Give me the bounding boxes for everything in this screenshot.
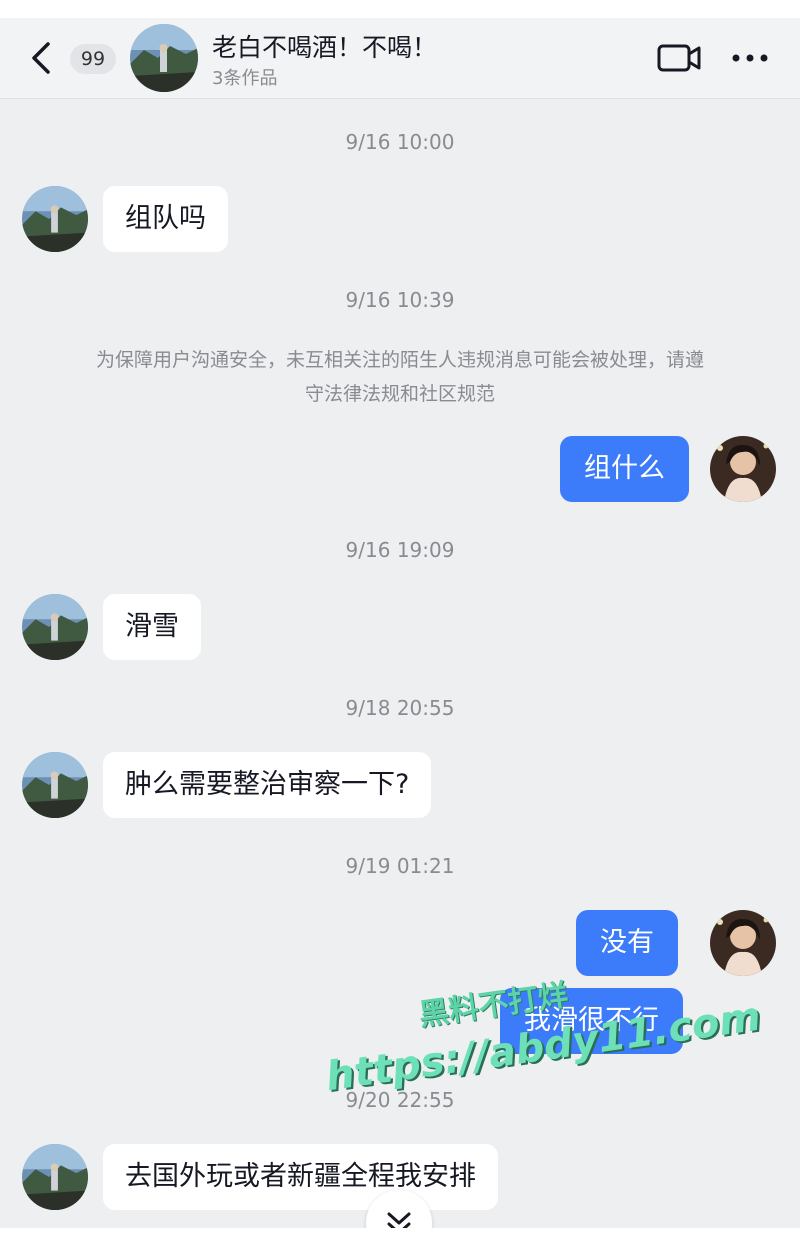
- timestamp: 9/16 10:00: [345, 130, 455, 154]
- timestamp: 9/16 10:39: [345, 288, 455, 312]
- outgoing-message[interactable]: 没有: [576, 910, 678, 976]
- incoming-message[interactable]: 肿么需要整治审察一下?: [103, 752, 432, 818]
- video-call-icon[interactable]: [656, 42, 702, 74]
- contact-name: 老白不喝酒！不喝！: [212, 33, 438, 62]
- unread-badge: 99: [70, 44, 116, 74]
- contact-avatar[interactable]: [22, 752, 88, 818]
- chevron-left-icon[interactable]: [28, 40, 58, 76]
- timestamp: 9/18 20:55: [345, 696, 455, 720]
- outgoing-message[interactable]: 组什么: [560, 436, 689, 502]
- incoming-message[interactable]: 组队吗: [103, 186, 228, 252]
- chat-header: 99 老白不喝酒！不喝！ 3条作品: [0, 18, 800, 99]
- timestamp: 9/16 19:09: [345, 538, 455, 562]
- works-count[interactable]: 3条作品: [212, 64, 277, 90]
- double-chevron-down-icon: [387, 1212, 411, 1228]
- contact-avatar[interactable]: [22, 186, 88, 252]
- contact-avatar[interactable]: [130, 24, 198, 92]
- chat-screen: 99 老白不喝酒！不喝！ 3条作品 9/16 10:00 组队吗 9/16 10…: [0, 18, 800, 1228]
- timestamp: 9/19 01:21: [345, 854, 455, 878]
- user-avatar[interactable]: [710, 436, 776, 502]
- more-icon[interactable]: [730, 52, 770, 64]
- safety-notice: 为保障用户沟通安全，未互相关注的陌生人违规消息可能会被处理，请遵守法律法规和社区…: [95, 349, 704, 405]
- contact-avatar[interactable]: [22, 1144, 88, 1210]
- timestamp: 9/20 22:55: [345, 1088, 455, 1112]
- incoming-message[interactable]: 滑雪: [103, 594, 201, 660]
- scroll-to-bottom-button[interactable]: [366, 1190, 432, 1228]
- contact-avatar[interactable]: [22, 594, 88, 660]
- incoming-message[interactable]: 去国外玩或者新疆全程我安排: [103, 1144, 498, 1210]
- user-avatar[interactable]: [710, 910, 776, 976]
